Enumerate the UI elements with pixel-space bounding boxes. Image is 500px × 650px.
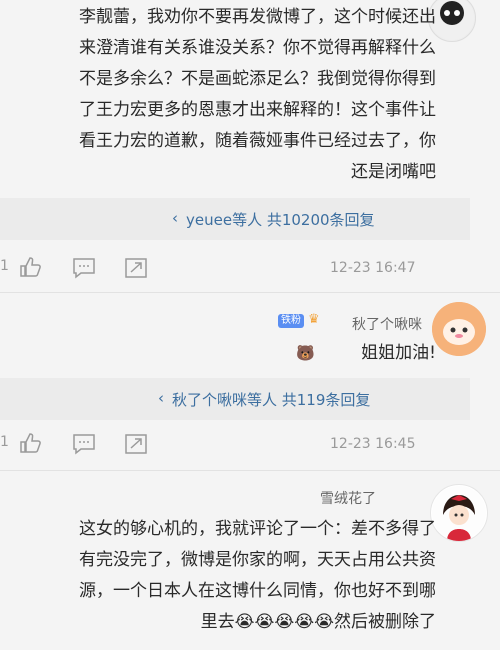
comment-text-line: 看王力宏的道歉，随着薇娅事件已经过去了，你 xyxy=(79,131,436,151)
timestamp: 12-23 16:47 xyxy=(330,260,416,276)
comment-text-line: 不是多余么？不是画蛇添足么？我倒觉得你得到 xyxy=(79,69,436,89)
comment-text-line: 有完没完了，微博是你家的啊，天天占用公共资 xyxy=(79,550,436,570)
like-button[interactable]: 1 xyxy=(0,432,46,456)
comment-text-line: 来澄清谁有关系谁没关系？你不觉得再解释什么 xyxy=(79,38,436,58)
comment-text-line: 源，一个日本人在这博什么同情，你也好不到哪 xyxy=(79,581,436,601)
comment-icon[interactable] xyxy=(72,257,96,283)
username[interactable]: 雪绒花了 xyxy=(320,488,376,508)
comment-text-line: 还是闭嘴吧 xyxy=(351,162,436,182)
bear-emoji-icon: 🐻 xyxy=(296,344,315,362)
comment-text-line: 这女的够心机的，我就评论了一个：差不多得了 xyxy=(79,519,436,539)
reply-summary-text[interactable]: yeuee等人 共10200条回复 xyxy=(186,209,375,230)
thumbs-up-icon xyxy=(20,433,41,453)
share-icon[interactable] xyxy=(124,257,148,283)
like-button[interactable]: 1 xyxy=(0,256,46,280)
thumbs-up-icon xyxy=(20,257,41,277)
chevron-left-icon: ‹ xyxy=(158,389,164,407)
share-icon[interactable] xyxy=(124,433,148,459)
fan-badge: 铁粉 xyxy=(278,314,304,328)
username[interactable]: 秋了个啾咪 xyxy=(352,314,422,334)
chevron-left-icon: ‹ xyxy=(172,209,178,227)
avatar[interactable] xyxy=(432,302,486,356)
crown-icon: ♛ xyxy=(308,312,320,327)
timestamp: 12-23 16:45 xyxy=(330,436,416,452)
divider xyxy=(0,470,500,471)
comment-text-line: 了王力宏更多的恩惠才出来解释的！这个事件让 xyxy=(79,100,436,120)
divider xyxy=(0,292,500,293)
reply-summary-box[interactable]: ‹ yeuee等人 共10200条回复 xyxy=(0,198,470,240)
like-count: 1 xyxy=(0,258,9,274)
comment-text-line: 里去😭😭😭😭😭然后被删除了 xyxy=(200,612,436,632)
avatar[interactable] xyxy=(430,484,488,542)
comment-text-line: 李靓蕾，我劝你不要再发微博了，这个时候还出 xyxy=(79,7,436,27)
comment-icon[interactable] xyxy=(72,433,96,459)
reply-summary-box[interactable]: ‹ 秋了个啾咪等人 共119条回复 xyxy=(0,378,470,420)
like-count: 1 xyxy=(0,434,9,450)
comment-text: 姐姐加油! xyxy=(361,343,436,363)
reply-summary-text[interactable]: 秋了个啾咪等人 共119条回复 xyxy=(172,389,370,410)
